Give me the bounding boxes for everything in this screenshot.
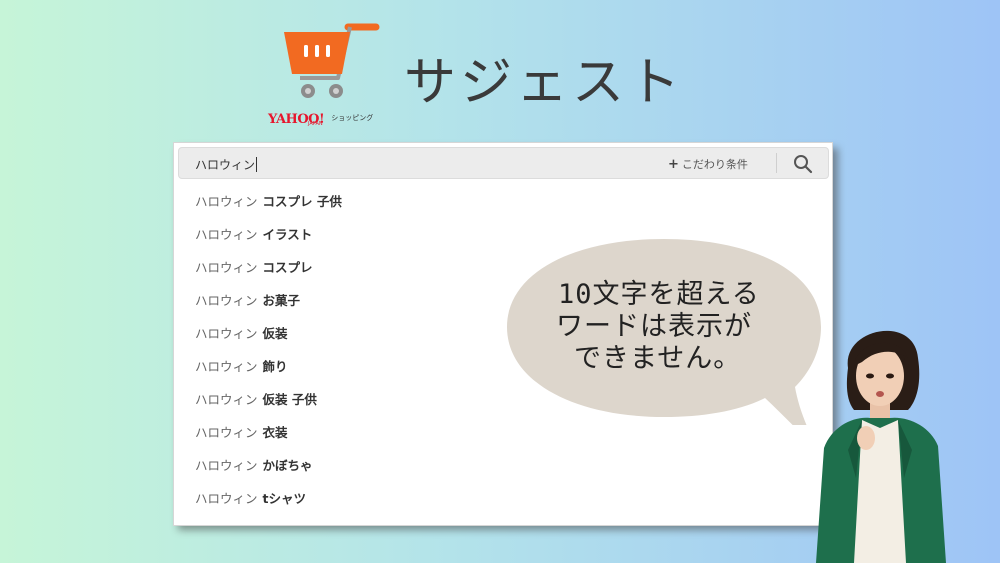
suggest-base: ハロウィン — [195, 392, 258, 407]
text-caret — [256, 157, 258, 172]
suggest-base: ハロウィン — [195, 260, 258, 275]
suggest-item[interactable]: ハロウィン 飾り — [195, 358, 342, 391]
suggest-item[interactable]: ハロウィン tシャツ — [195, 490, 342, 523]
yahoo-shopping-logo: YAHOO! JAPAN ショッピング — [268, 108, 373, 128]
suggest-extra: かぼちゃ — [262, 458, 313, 473]
bubble-line-1: 10文字を超える — [558, 279, 760, 310]
page-title: サジェスト — [404, 53, 685, 113]
search-bar: ハロウィン + こだわり条件 — [178, 147, 829, 179]
search-query: ハロウィン — [195, 158, 256, 172]
bubble-line-3: できません。 — [574, 343, 742, 374]
suggest-item[interactable]: ハロウィン 衣装 — [195, 424, 342, 457]
suggest-item[interactable]: ハロウィン コスプレ — [195, 259, 342, 292]
suggest-extra: 衣装 — [262, 425, 288, 440]
suggest-base: ハロウィン — [195, 293, 258, 308]
woman-illustration — [816, 330, 946, 563]
kodawari-button[interactable]: + こだわり条件 — [668, 156, 748, 172]
suggest-item[interactable]: ハロウィン 仮装 子供 — [195, 391, 342, 424]
suggest-base: ハロウィン — [195, 326, 258, 341]
suggest-base: ハロウィン — [195, 458, 258, 473]
kodawari-label: こだわり条件 — [681, 158, 748, 171]
logo-shopping-text: ショッピング — [331, 114, 374, 122]
suggest-item[interactable]: ハロウィン 仮装 — [195, 325, 342, 358]
logo-japan-text: JAPAN — [308, 121, 323, 127]
suggest-extra: イラスト — [262, 227, 313, 242]
suggest-item[interactable]: ハロウィン お菓子 — [195, 292, 342, 325]
suggest-base: ハロウィン — [195, 425, 258, 440]
suggest-item[interactable]: ハロウィン イラスト — [195, 226, 342, 259]
suggest-list: ハロウィン コスプレ 子供 ハロウィン イラスト ハロウィン コスプレ ハロウィン お菓… — [195, 193, 342, 523]
suggest-extra: 仮装 子供 — [262, 392, 317, 407]
suggest-extra: コスプレ 子供 — [262, 194, 342, 209]
search-icon[interactable] — [791, 152, 815, 176]
plus-icon: + — [668, 157, 679, 172]
suggest-item[interactable]: ハロウィン コスプレ 子供 — [195, 193, 342, 226]
suggest-extra: tシャツ — [262, 491, 306, 506]
suggest-extra: 仮装 — [262, 326, 288, 341]
bubble-line-2: ワードは表示が — [556, 311, 752, 342]
suggest-base: ハロウィン — [195, 194, 258, 209]
suggest-base: ハロウィン — [195, 227, 258, 242]
suggest-extra: 飾り — [262, 359, 288, 374]
suggest-extra: コスプレ — [262, 260, 313, 275]
suggest-base: ハロウィン — [195, 359, 258, 374]
suggest-base: ハロウィン — [195, 491, 258, 506]
suggest-extra: お菓子 — [262, 293, 301, 308]
bubble-text: 10文字を超える ワードは表示が できません。 — [526, 279, 806, 375]
shopping-cart-icon — [284, 23, 380, 98]
search-input[interactable]: ハロウィン — [195, 156, 258, 173]
divider — [776, 153, 777, 173]
suggest-item[interactable]: ハロウィン かぼちゃ — [195, 457, 342, 490]
